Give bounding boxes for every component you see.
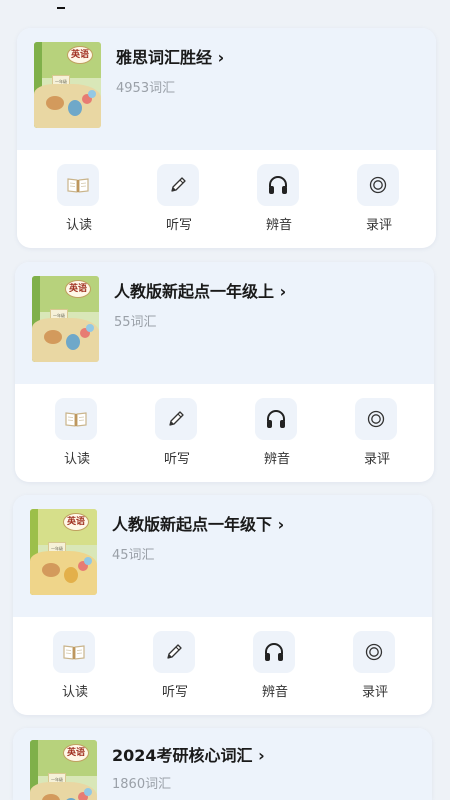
read-button[interactable]: 认读: [51, 164, 107, 234]
book-card-header[interactable]: 英语 一年级 人教版新起点一年级下 › 45词汇: [13, 495, 432, 617]
word-count: 55词汇: [114, 315, 157, 330]
book-card: 英语 一年级 2024考研核心词汇 › 1860词汇: [13, 728, 432, 800]
action-label: 辨音: [261, 685, 288, 700]
cover-title: 英语: [67, 46, 93, 64]
phonics-button[interactable]: 辨音: [249, 398, 305, 468]
record-icon: [353, 631, 395, 673]
chevron-right-icon: ›: [217, 48, 225, 67]
action-label: 录评: [365, 218, 392, 233]
book-cover[interactable]: 英语 一年级: [34, 42, 101, 128]
book-title[interactable]: 人教版新起点一年级上 ›: [114, 278, 286, 302]
action-label: 辨音: [265, 218, 292, 233]
pencil-icon: [155, 398, 197, 440]
chevron-right-icon: ›: [258, 746, 265, 765]
book-cover[interactable]: 英语 一年级: [30, 509, 97, 595]
word-count: 4953词汇: [116, 81, 176, 96]
book-icon: [57, 164, 99, 206]
headphones-icon: [253, 631, 295, 673]
book-icon: [53, 631, 95, 673]
status-bar-indicator: [57, 7, 65, 9]
word-count: 45词汇: [112, 548, 155, 563]
book-card-header[interactable]: 英语 一年级 2024考研核心词汇 › 1860词汇: [13, 728, 432, 800]
pencil-icon: [157, 164, 199, 206]
read-button[interactable]: 认读: [47, 631, 103, 701]
book-title[interactable]: 2024考研核心词汇 ›: [112, 742, 265, 766]
action-label: 认读: [61, 685, 88, 700]
chevron-right-icon: ›: [277, 515, 285, 534]
book-cover[interactable]: 英语 一年级: [30, 740, 97, 800]
read-button[interactable]: 认读: [49, 398, 105, 468]
book-cover[interactable]: 英语 一年级: [32, 276, 99, 362]
book-icon: [55, 398, 97, 440]
record-button[interactable]: 录评: [349, 398, 405, 468]
action-label: 认读: [63, 452, 90, 467]
headphones-icon: [255, 398, 297, 440]
phonics-button[interactable]: 辨音: [247, 631, 303, 701]
action-label: 听写: [163, 452, 190, 467]
word-count: 1860词汇: [112, 777, 172, 792]
action-label: 录评: [361, 685, 388, 700]
record-button[interactable]: 录评: [351, 164, 407, 234]
dictation-button[interactable]: 听写: [151, 164, 207, 234]
record-icon: [357, 164, 399, 206]
action-label: 辨音: [263, 452, 290, 467]
book-card-header[interactable]: 英语 一年级 雅思词汇胜经 › 4953词汇: [17, 28, 436, 150]
pencil-icon: [153, 631, 195, 673]
action-label: 听写: [161, 685, 188, 700]
phonics-button[interactable]: 辨音: [251, 164, 307, 234]
book-card-header[interactable]: 英语 一年级 人教版新起点一年级上 › 55词汇: [15, 262, 434, 384]
record-icon: [355, 398, 397, 440]
book-title[interactable]: 雅思词汇胜经 ›: [116, 44, 224, 68]
book-card: 英语 一年级 雅思词汇胜经 › 4953词汇 认读 听写 辨音 录评: [17, 28, 436, 248]
cover-title: 英语: [63, 513, 89, 531]
action-label: 听写: [165, 218, 192, 233]
dictation-button[interactable]: 听写: [149, 398, 205, 468]
book-card: 英语 一年级 人教版新起点一年级下 › 45词汇 认读 听写 辨音 录评: [13, 495, 432, 715]
action-label: 录评: [363, 452, 390, 467]
dictation-button[interactable]: 听写: [147, 631, 203, 701]
chevron-right-icon: ›: [279, 282, 287, 301]
record-button[interactable]: 录评: [347, 631, 403, 701]
action-label: 认读: [65, 218, 92, 233]
cover-title: 英语: [65, 280, 91, 298]
book-title[interactable]: 人教版新起点一年级下 ›: [112, 511, 284, 535]
cover-title: 英语: [63, 744, 89, 762]
book-card: 英语 一年级 人教版新起点一年级上 › 55词汇 认读 听写 辨音 录评: [15, 262, 434, 482]
headphones-icon: [257, 164, 299, 206]
